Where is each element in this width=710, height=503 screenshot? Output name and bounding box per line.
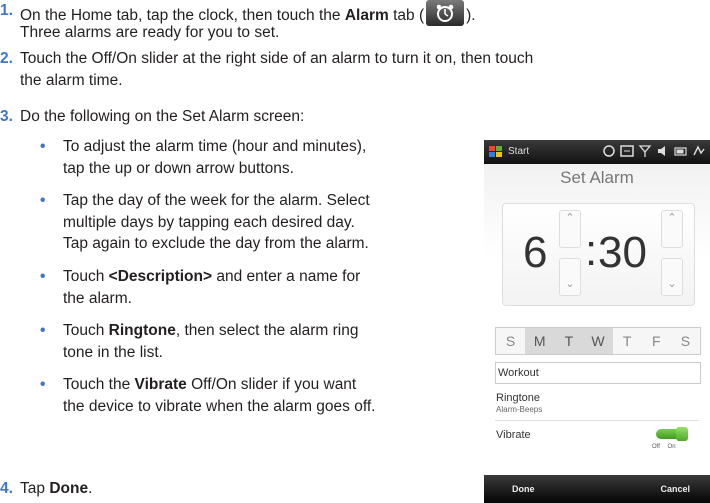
description-label: <Description> xyxy=(108,268,213,285)
step-text-part: ). xyxy=(466,7,476,24)
status-icons xyxy=(602,143,706,161)
hour-down-button[interactable]: ⌄ xyxy=(559,258,581,296)
bullet-item: • Touch Ringtone, then select the alarm … xyxy=(40,320,480,364)
step-number: 1. xyxy=(0,2,13,19)
bullet-line: tap the up or down arrow buttons. xyxy=(63,159,294,177)
done-softkey[interactable]: Done xyxy=(512,484,535,494)
bullet-text: Tap the day of the week for the alarm. S… xyxy=(63,190,370,255)
step-text: Tap Done. xyxy=(20,478,92,500)
softkey-bar: Done Cancel xyxy=(484,475,710,503)
chevron-down-icon: ⌄ xyxy=(565,278,575,290)
day-button-wednesday[interactable]: W xyxy=(583,328,613,354)
divider xyxy=(495,420,699,421)
bullet-text-part: Touch the xyxy=(63,376,135,393)
bullet-marker: • xyxy=(40,268,46,285)
bullet-text-part: and enter a name for xyxy=(212,268,361,285)
description-field[interactable]: Workout xyxy=(495,362,701,384)
step-2: 2. Touch the Off/On slider at the right … xyxy=(0,48,710,92)
screen-title: Set Alarm xyxy=(560,168,634,187)
time-picker: 6 ⌃ ⌄ : 30 ⌃ ⌄ xyxy=(502,203,695,306)
bullet-marker: • xyxy=(40,192,46,209)
bullet-line: the alarm. xyxy=(63,289,132,307)
day-of-week-selector: S M T W T F S xyxy=(495,327,701,355)
toggle-knob xyxy=(676,427,688,441)
alarm-status-icon xyxy=(602,143,616,159)
status-bar: Start xyxy=(484,140,710,164)
day-button-tuesday[interactable]: T xyxy=(554,328,584,354)
hour-up-button[interactable]: ⌃ xyxy=(559,210,581,248)
step-1: 1. On the Home tab, tap the clock, then … xyxy=(0,0,700,44)
bullet-text-part: , then select the alarm ring xyxy=(175,322,359,339)
chevron-down-icon: ⌄ xyxy=(667,278,677,290)
ringtone-setting-label[interactable]: Ringtone xyxy=(496,392,540,404)
ringtone-setting-value: Alarm-Beeps xyxy=(496,405,543,414)
bullet-line: To adjust the alarm time (hour and minut… xyxy=(63,138,367,155)
chevron-up-icon: ⌃ xyxy=(667,212,677,224)
step-text-part: tab ( xyxy=(388,7,425,24)
bullet-text: Touch Ringtone, then select the alarm ri… xyxy=(63,320,358,363)
minutes-up-button[interactable]: ⌃ xyxy=(661,210,683,248)
ringtone-label: Ringtone xyxy=(108,322,176,339)
done-label: Done xyxy=(49,480,89,497)
day-button-thursday[interactable]: T xyxy=(613,328,642,354)
vibrate-toggle[interactable] xyxy=(656,427,688,441)
day-button-monday[interactable]: M xyxy=(525,328,555,354)
step-4: 4. Tap Done. xyxy=(0,478,300,500)
step-text: Do the following on the Set Alarm screen… xyxy=(20,108,305,125)
step-text-part: . xyxy=(88,480,93,497)
step-3: 3. Do the following on the Set Alarm scr… xyxy=(0,106,460,128)
bullet-item: • Touch the Vibrate Off/On slider if you… xyxy=(40,374,480,418)
connection-icon xyxy=(692,143,706,159)
alarm-clock-icon xyxy=(426,0,465,26)
day-button-saturday[interactable]: S xyxy=(671,328,700,354)
cancel-softkey[interactable]: Cancel xyxy=(660,484,690,494)
step-text-part: Tap xyxy=(20,480,50,497)
step-number: 4. xyxy=(0,480,13,497)
bullet-line: Tap again to exclude the day from the al… xyxy=(63,235,369,252)
battery-icon xyxy=(674,143,688,159)
bullet-line: Tap the day of the week for the alarm. S… xyxy=(63,192,370,209)
set-alarm-screen: Set Alarm 6 ⌃ ⌄ : 30 ⌃ ⌄ S M T W T F S W… xyxy=(484,164,710,475)
bullet-item: • Tap the day of the week for the alarm.… xyxy=(40,190,480,256)
phone-screenshot: Start Set Alarm 6 ⌃ ⌄ : 30 ⌃ ⌄ S M T W T… xyxy=(484,140,710,503)
bullet-text: To adjust the alarm time (hour and minut… xyxy=(63,136,366,179)
step-text-line2: Three alarms are ready for you to set. xyxy=(20,24,280,41)
day-button-friday[interactable]: F xyxy=(642,328,671,354)
bullet-line: tone in the list. xyxy=(63,343,163,361)
step-number: 3. xyxy=(0,108,13,125)
signal-icon xyxy=(638,143,652,159)
bullet-marker: • xyxy=(40,138,46,155)
vibrate-label: Vibrate xyxy=(134,376,187,393)
minutes-value[interactable]: 30 xyxy=(598,228,647,278)
minutes-down-button[interactable]: ⌄ xyxy=(661,258,683,296)
bullet-text: Touch the Vibrate Off/On slider if you w… xyxy=(63,374,375,417)
alarm-tab-label: Alarm xyxy=(344,7,389,24)
bullet-text-part: Touch xyxy=(63,268,109,285)
vibrate-setting-label: Vibrate xyxy=(496,429,531,441)
bullet-line: multiple days by tapping each desired da… xyxy=(63,213,355,231)
start-label[interactable]: Start xyxy=(508,146,529,157)
windows-flag-icon[interactable] xyxy=(488,144,504,160)
volume-icon xyxy=(656,143,670,159)
bullet-text-part: Off/On slider if you want xyxy=(186,376,357,393)
bullet-item: • Touch <Description> and enter a name f… xyxy=(40,266,480,310)
hour-value[interactable]: 6 xyxy=(523,228,547,278)
notification-icon xyxy=(620,143,634,159)
bullet-marker: • xyxy=(40,376,46,393)
bullet-line: the device to vibrate when the alarm goe… xyxy=(63,397,376,415)
day-button-sunday[interactable]: S xyxy=(496,328,525,354)
bullet-item: • To adjust the alarm time (hour and min… xyxy=(40,136,480,180)
step-number: 2. xyxy=(0,50,13,67)
step-text: Touch the Off/On slider at the right sid… xyxy=(20,50,534,67)
toggle-state-labels: Off On xyxy=(652,444,676,450)
bullet-text: Touch <Description> and enter a name for… xyxy=(63,266,360,309)
bullet-text-part: Touch xyxy=(63,322,109,339)
time-separator: : xyxy=(585,226,598,275)
step-text-line2: the alarm time. xyxy=(20,72,123,89)
chevron-up-icon: ⌃ xyxy=(565,212,575,224)
bullet-marker: • xyxy=(40,322,46,339)
